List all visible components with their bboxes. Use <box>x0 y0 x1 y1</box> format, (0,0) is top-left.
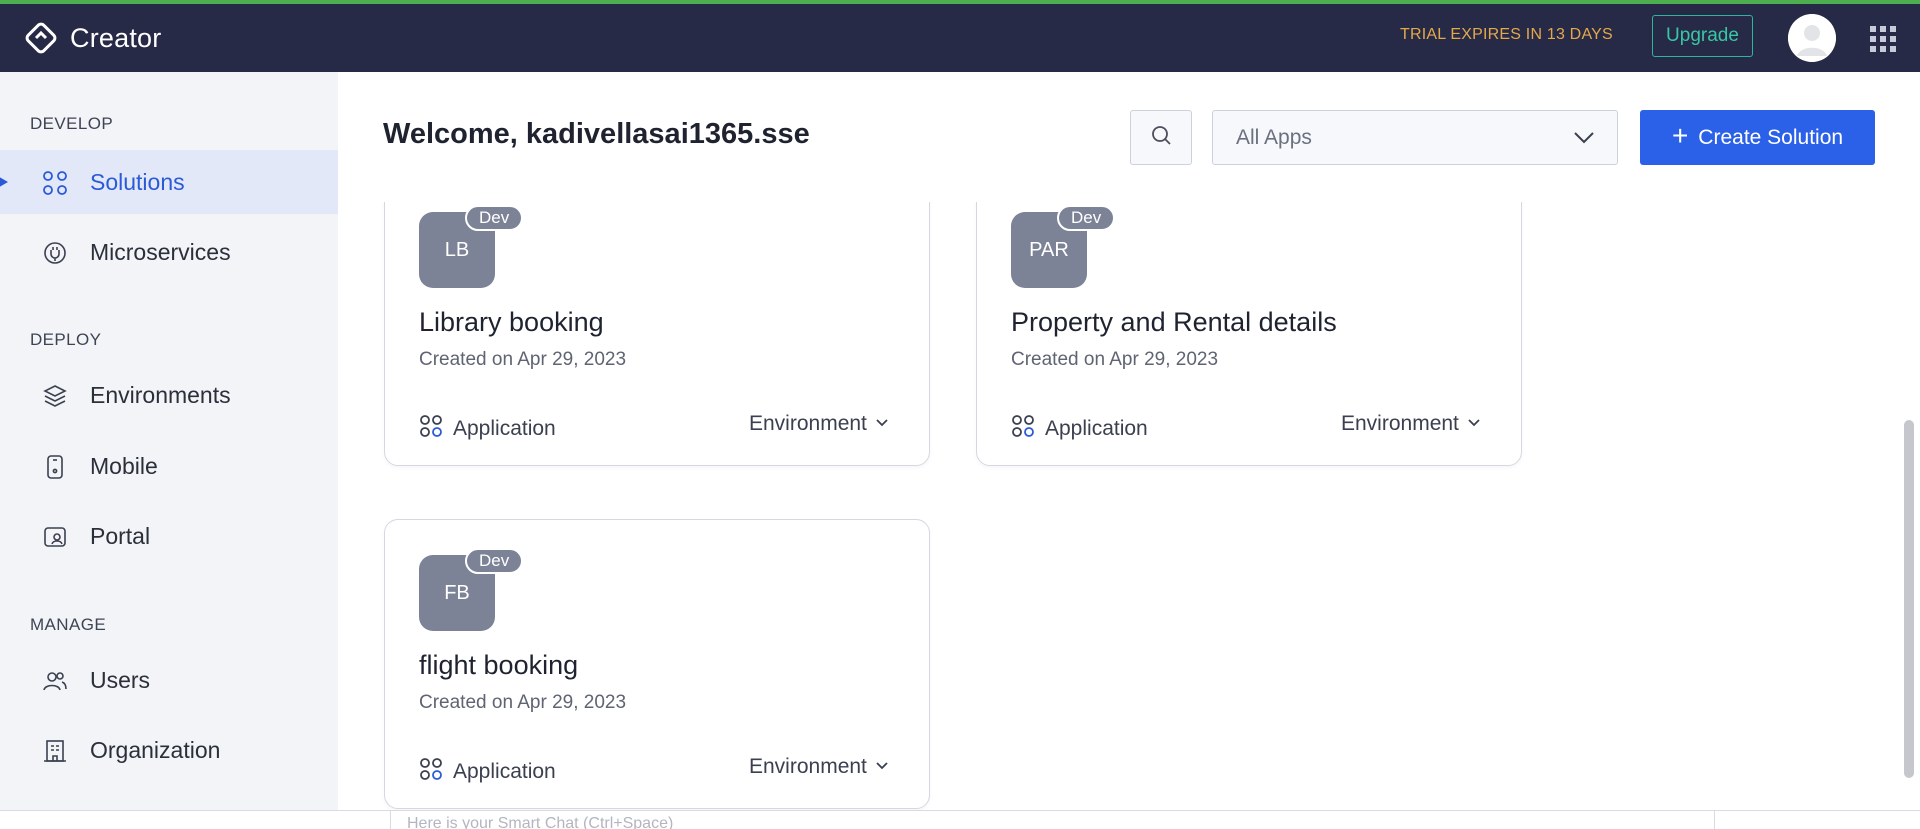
brand[interactable]: Creator <box>22 18 161 58</box>
section-develop: DEVELOP <box>30 114 114 133</box>
solution-title[interactable]: Property and Rental details <box>1011 307 1337 338</box>
dev-badge: Dev <box>465 205 524 231</box>
section-manage: MANAGE <box>30 615 107 634</box>
apps-filter-select[interactable]: All Apps <box>1212 110 1618 165</box>
sidebar-item-label: Portal <box>90 522 151 549</box>
solution-created-date: Created on Apr 29, 2023 <box>419 692 627 713</box>
solution-created-date: Created on Apr 29, 2023 <box>1011 349 1219 370</box>
sidebar-item-label: Organization <box>90 736 221 763</box>
bottom-bar: Here is your Smart Chat (Ctrl+Space) <box>0 810 1920 829</box>
create-solution-label: Create Solution <box>1698 125 1844 149</box>
sidebar-item-label: Environments <box>90 381 231 408</box>
sidebar-item-microservices[interactable]: Microservices <box>0 220 338 284</box>
mobile-icon <box>42 454 68 480</box>
scrollbar[interactable] <box>1904 420 1914 778</box>
creator-logo-icon <box>22 19 60 57</box>
application-icon <box>419 757 443 786</box>
microservices-icon <box>42 240 68 266</box>
sidebar-item-label: Microservices <box>90 238 231 265</box>
solution-type: Application <box>419 757 556 786</box>
chevron-down-icon <box>1573 129 1595 150</box>
environment-dropdown[interactable]: Environment <box>749 412 889 436</box>
dev-badge: Dev <box>465 548 524 574</box>
app-name: Creator <box>70 22 162 53</box>
avatar[interactable] <box>1788 14 1836 62</box>
sidebar-item-mobile[interactable]: Mobile <box>0 434 338 498</box>
plus-icon: + <box>1671 120 1689 151</box>
environment-label: Environment <box>1341 412 1459 435</box>
solution-type: Application <box>1011 414 1148 443</box>
environment-dropdown[interactable]: Environment <box>749 755 889 779</box>
sidebar-item-solutions[interactable]: Solutions <box>0 150 338 214</box>
environment-label: Environment <box>749 412 867 435</box>
page-title: Welcome, kadivellasai1365.sse <box>383 118 810 150</box>
environment-dropdown[interactable]: Environment <box>1341 412 1481 436</box>
solution-card[interactable]: LB Dev Library booking Created on Apr 29… <box>384 202 930 466</box>
chevron-down-icon <box>875 758 889 776</box>
solutions-grid: LB Dev Library booking Created on Apr 29… <box>338 202 1900 810</box>
application-icon <box>419 414 443 443</box>
sidebar-item-label: Mobile <box>90 452 158 479</box>
solution-type-label: Application <box>453 416 556 440</box>
sidebar-item-organization[interactable]: Organization <box>0 718 338 782</box>
top-bar: Creator TRIAL EXPIRES IN 13 DAYS Upgrade <box>0 0 1920 72</box>
sidebar-item-label: Users <box>90 666 151 693</box>
chevron-down-icon <box>875 415 889 433</box>
solution-title[interactable]: Library booking <box>419 307 604 338</box>
trial-expiry-text: TRIAL EXPIRES IN 13 DAYS <box>1400 26 1613 43</box>
create-solution-button[interactable]: + Create Solution <box>1640 110 1875 165</box>
solution-card[interactable]: FB Dev flight booking Created on Apr 29,… <box>384 519 930 809</box>
search-button[interactable] <box>1130 110 1192 165</box>
upgrade-button[interactable]: Upgrade <box>1652 15 1753 57</box>
apps-grid-icon[interactable] <box>1870 26 1896 52</box>
users-icon <box>42 668 68 694</box>
sidebar-item-label: Solutions <box>90 168 185 195</box>
solution-type-label: Application <box>453 759 556 783</box>
search-icon <box>1149 123 1173 152</box>
smart-chat-placeholder: Here is your Smart Chat (Ctrl+Space) <box>407 815 674 829</box>
dev-badge: Dev <box>1057 205 1116 231</box>
solution-created-date: Created on Apr 29, 2023 <box>419 349 627 370</box>
sidebar-item-environments[interactable]: Environments <box>0 363 338 427</box>
solution-type-label: Application <box>1045 416 1148 440</box>
application-icon <box>1011 414 1035 443</box>
apps-filter-value: All Apps <box>1236 126 1312 149</box>
solution-title[interactable]: flight booking <box>419 650 578 681</box>
solutions-icon <box>42 170 68 196</box>
environments-icon <box>42 383 68 409</box>
smart-chat-input[interactable]: Here is your Smart Chat (Ctrl+Space) <box>390 811 1715 829</box>
sidebar: DEVELOP Solutions Microservices DEPLOY E… <box>0 72 338 829</box>
sidebar-item-portal[interactable]: Portal <box>0 504 338 568</box>
portal-icon <box>42 524 68 550</box>
chevron-down-icon <box>1467 415 1481 433</box>
active-indicator <box>0 174 8 190</box>
sidebar-item-users[interactable]: Users <box>0 648 338 712</box>
solution-card[interactable]: PAR Dev Property and Rental details Crea… <box>976 202 1522 466</box>
section-deploy: DEPLOY <box>30 330 102 349</box>
solution-type: Application <box>419 414 556 443</box>
organization-icon <box>42 738 68 764</box>
environment-label: Environment <box>749 755 867 778</box>
